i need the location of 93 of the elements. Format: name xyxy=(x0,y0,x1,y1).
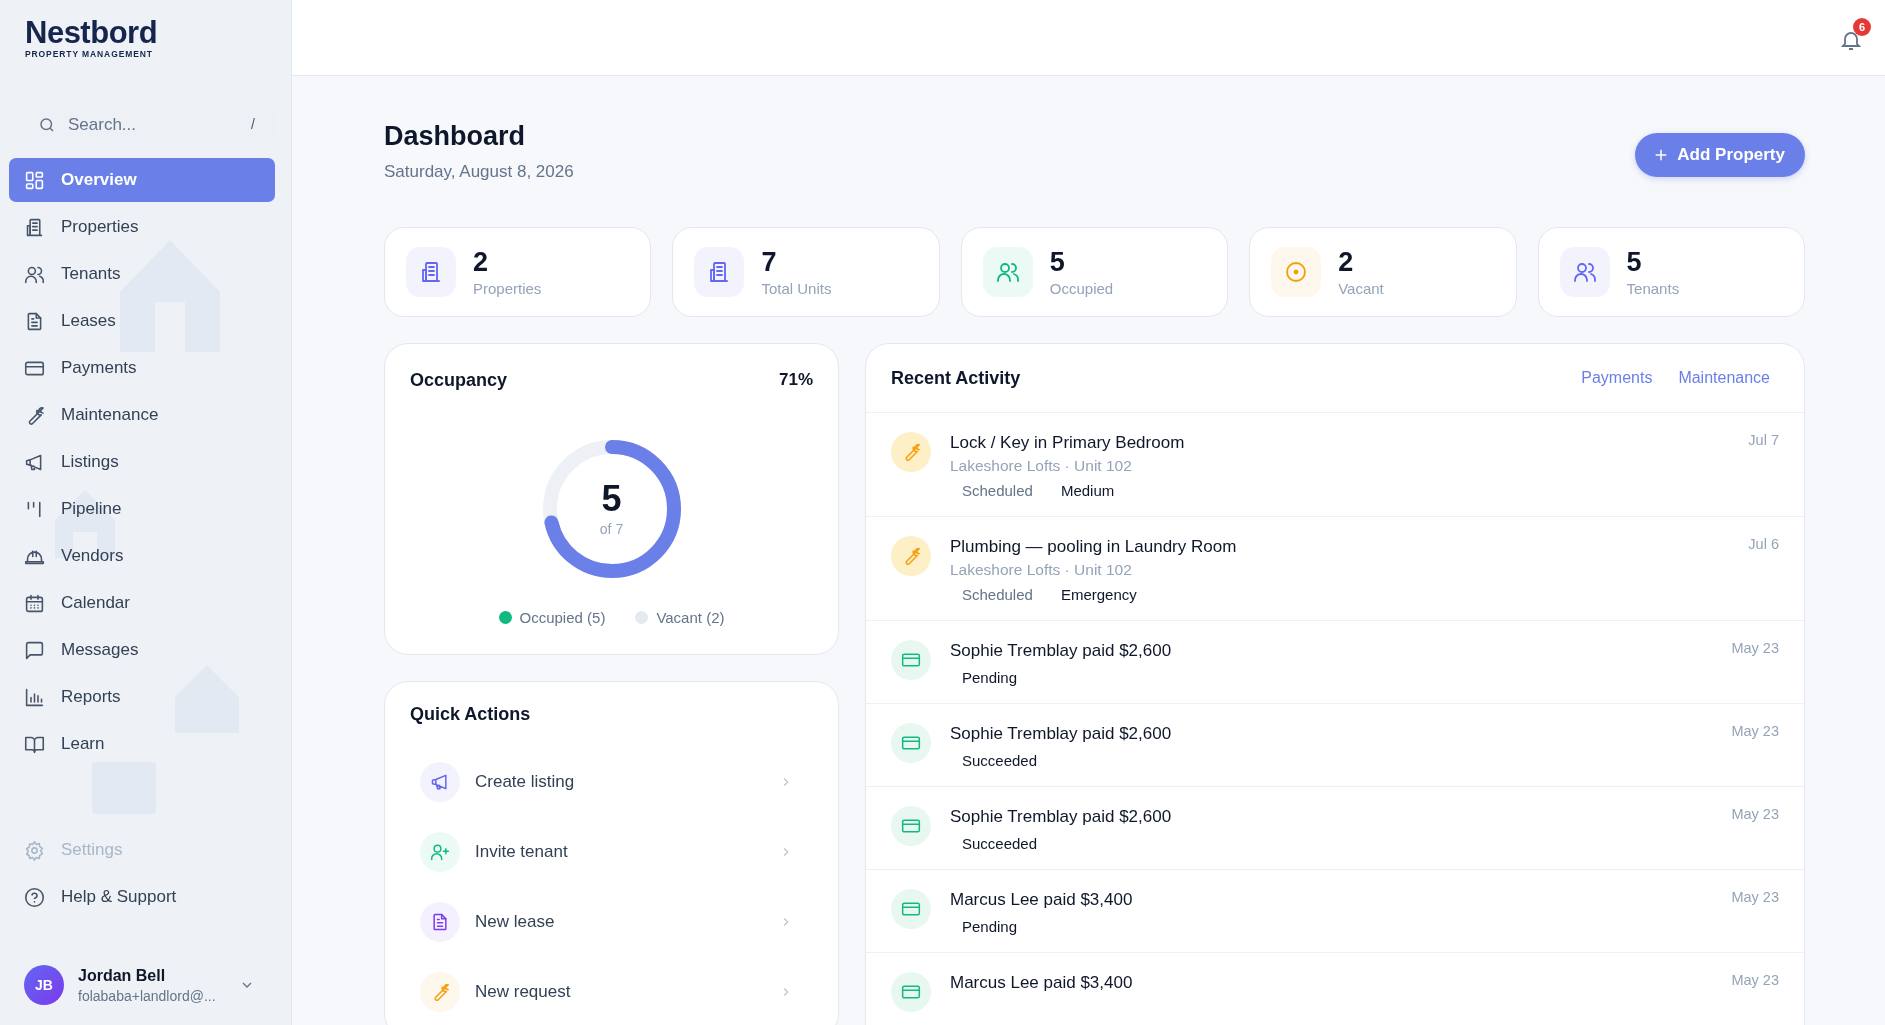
status-tag: Succeeded xyxy=(962,835,1038,853)
stat-value: 5 xyxy=(1049,248,1066,278)
activity-date: May 23 xyxy=(1731,972,1779,991)
stat-label: Tenants xyxy=(1626,279,1680,297)
nav-item[interactable]: Tenants xyxy=(9,252,275,296)
activity-item[interactable]: Lock / Key in Primary Bedroom Lakeshore Lofts · Unit 102 Scheduled Medium Jul 7 xyxy=(866,413,1804,518)
status-tag: Emergency xyxy=(1060,586,1137,604)
activity-title: Plumbing — pooling in Laundry Room xyxy=(950,536,1238,559)
nav-item[interactable]: Listings xyxy=(9,440,275,484)
quick-action-item[interactable]: New request xyxy=(410,957,813,1025)
quick-action-item[interactable]: Create listing xyxy=(410,747,813,818)
activity-title: Lock / Key in Primary Bedroom xyxy=(950,432,1186,455)
quick-action-item[interactable]: Invite tenant xyxy=(410,817,813,888)
nav-item[interactable]: Learn xyxy=(9,722,275,766)
nav-item[interactable]: Maintenance xyxy=(9,393,275,437)
nav-item[interactable]: Messages xyxy=(9,628,275,672)
stat-value: 2 xyxy=(473,248,490,278)
activity-title: Marcus Lee paid $3,400 xyxy=(950,889,1134,912)
activity-item[interactable]: Sophie Tremblay paid $2,600 Pending May 23 xyxy=(866,621,1804,705)
page-title: Dashboard xyxy=(384,120,527,153)
building-icon xyxy=(419,260,443,285)
chat-icon xyxy=(24,639,45,661)
nav-item[interactable]: Leases xyxy=(9,299,275,343)
activity-item[interactable]: Plumbing — pooling in Laundry Room Lakeshore Lofts · Unit 102 Scheduled Emergency Jul 6 xyxy=(866,517,1804,622)
card-title: Quick Actions xyxy=(410,704,532,726)
brand-logo[interactable]: Nestbord xyxy=(25,17,158,49)
nav-item[interactable]: Overview xyxy=(9,158,275,202)
nav-item[interactable]: Properties xyxy=(9,205,275,249)
occupancy-percent: 71% xyxy=(778,370,813,392)
activity-title: Sophie Tremblay paid $2,600 xyxy=(950,723,1173,746)
nav-item[interactable]: Vendors xyxy=(9,534,275,578)
people-icon xyxy=(995,260,1020,285)
activity-location: Lakeshore Lofts · Unit 102 xyxy=(950,457,1133,476)
notification-badge: 6 xyxy=(1853,17,1871,36)
activity-item[interactable]: Sophie Tremblay paid $2,600 Succeeded May 23 xyxy=(866,704,1804,788)
activity-title: Sophie Tremblay paid $2,600 xyxy=(950,806,1173,829)
filter-link[interactable]: Payments xyxy=(1581,369,1653,388)
stat-value: 5 xyxy=(1626,248,1643,278)
activity-item[interactable]: Marcus Lee paid $3,400 Pending May 23 xyxy=(866,870,1804,954)
status-tag: Succeeded xyxy=(962,752,1038,770)
stat-label: Total Units xyxy=(761,279,832,297)
card-title: Occupancy xyxy=(410,370,508,392)
nav-item[interactable]: Help & Support xyxy=(9,875,275,919)
nav-item[interactable]: Pipeline xyxy=(9,487,275,531)
shortcut-hint: / xyxy=(251,116,255,132)
filter-link[interactable]: Maintenance xyxy=(1678,369,1770,388)
add-property-button[interactable]: Add Property xyxy=(1635,133,1805,177)
activity-item[interactable]: Sophie Tremblay paid $2,600 Succeeded May 23 xyxy=(866,787,1804,871)
people-icon xyxy=(1572,260,1597,285)
search-icon xyxy=(38,116,56,134)
target-icon xyxy=(1284,260,1309,285)
nav-item[interactable]: Payments xyxy=(9,346,275,390)
card-title: Recent Activity xyxy=(891,367,1021,389)
document-icon xyxy=(430,912,450,933)
page-date: Saturday, August 8, 2026 xyxy=(384,162,574,183)
bar-chart-icon xyxy=(24,686,45,708)
quick-action-item[interactable]: New lease xyxy=(410,887,813,958)
activity-item[interactable]: Marcus Lee paid $3,400 May 23 xyxy=(866,953,1804,1025)
status-tag: Scheduled xyxy=(962,482,1033,500)
building-icon xyxy=(24,216,45,238)
add-user-icon xyxy=(430,842,450,863)
status-tag: Medium xyxy=(1060,482,1115,500)
status-tag: Pending xyxy=(962,918,1018,936)
activity-title: Sophie Tremblay paid $2,600 xyxy=(950,640,1173,663)
activity-date: May 23 xyxy=(1731,640,1779,659)
user-email: folababa+landlord@... xyxy=(78,987,217,1004)
status-tag: Scheduled xyxy=(962,586,1033,604)
activity-date: May 23 xyxy=(1731,806,1779,825)
help-icon xyxy=(24,886,45,908)
user-avatar[interactable]: JB xyxy=(24,965,64,1005)
nav-item[interactable]: Calendar xyxy=(9,581,275,625)
stat-value: 7 xyxy=(761,248,778,278)
stat-label: Vacant xyxy=(1338,279,1384,297)
activity-title: Marcus Lee paid $3,400 xyxy=(950,972,1134,995)
legend-label: Occupied (5) xyxy=(519,609,606,627)
activity-date: May 23 xyxy=(1731,723,1779,742)
total-caption: of 7 xyxy=(599,521,624,538)
activity-date: May 23 xyxy=(1731,889,1779,908)
activity-location: Lakeshore Lofts · Unit 102 xyxy=(950,561,1133,580)
occupied-count: 5 xyxy=(601,481,622,518)
brand-tagline: PROPERTY MANAGEMENT xyxy=(25,49,154,59)
activity-date: Jul 7 xyxy=(1748,432,1779,451)
stat-label: Properties xyxy=(473,279,542,297)
nav-item[interactable]: Reports xyxy=(9,675,275,719)
stat-label: Occupied xyxy=(1049,279,1114,297)
calendar-icon xyxy=(24,592,45,614)
status-tag: Pending xyxy=(962,669,1018,687)
grid-icon xyxy=(24,169,45,191)
user-name: Jordan Bell xyxy=(78,966,167,985)
activity-date: Jul 6 xyxy=(1748,536,1779,555)
legend-label: Vacant (2) xyxy=(656,609,725,627)
stat-value: 2 xyxy=(1338,248,1355,278)
settings-icon xyxy=(24,839,45,861)
